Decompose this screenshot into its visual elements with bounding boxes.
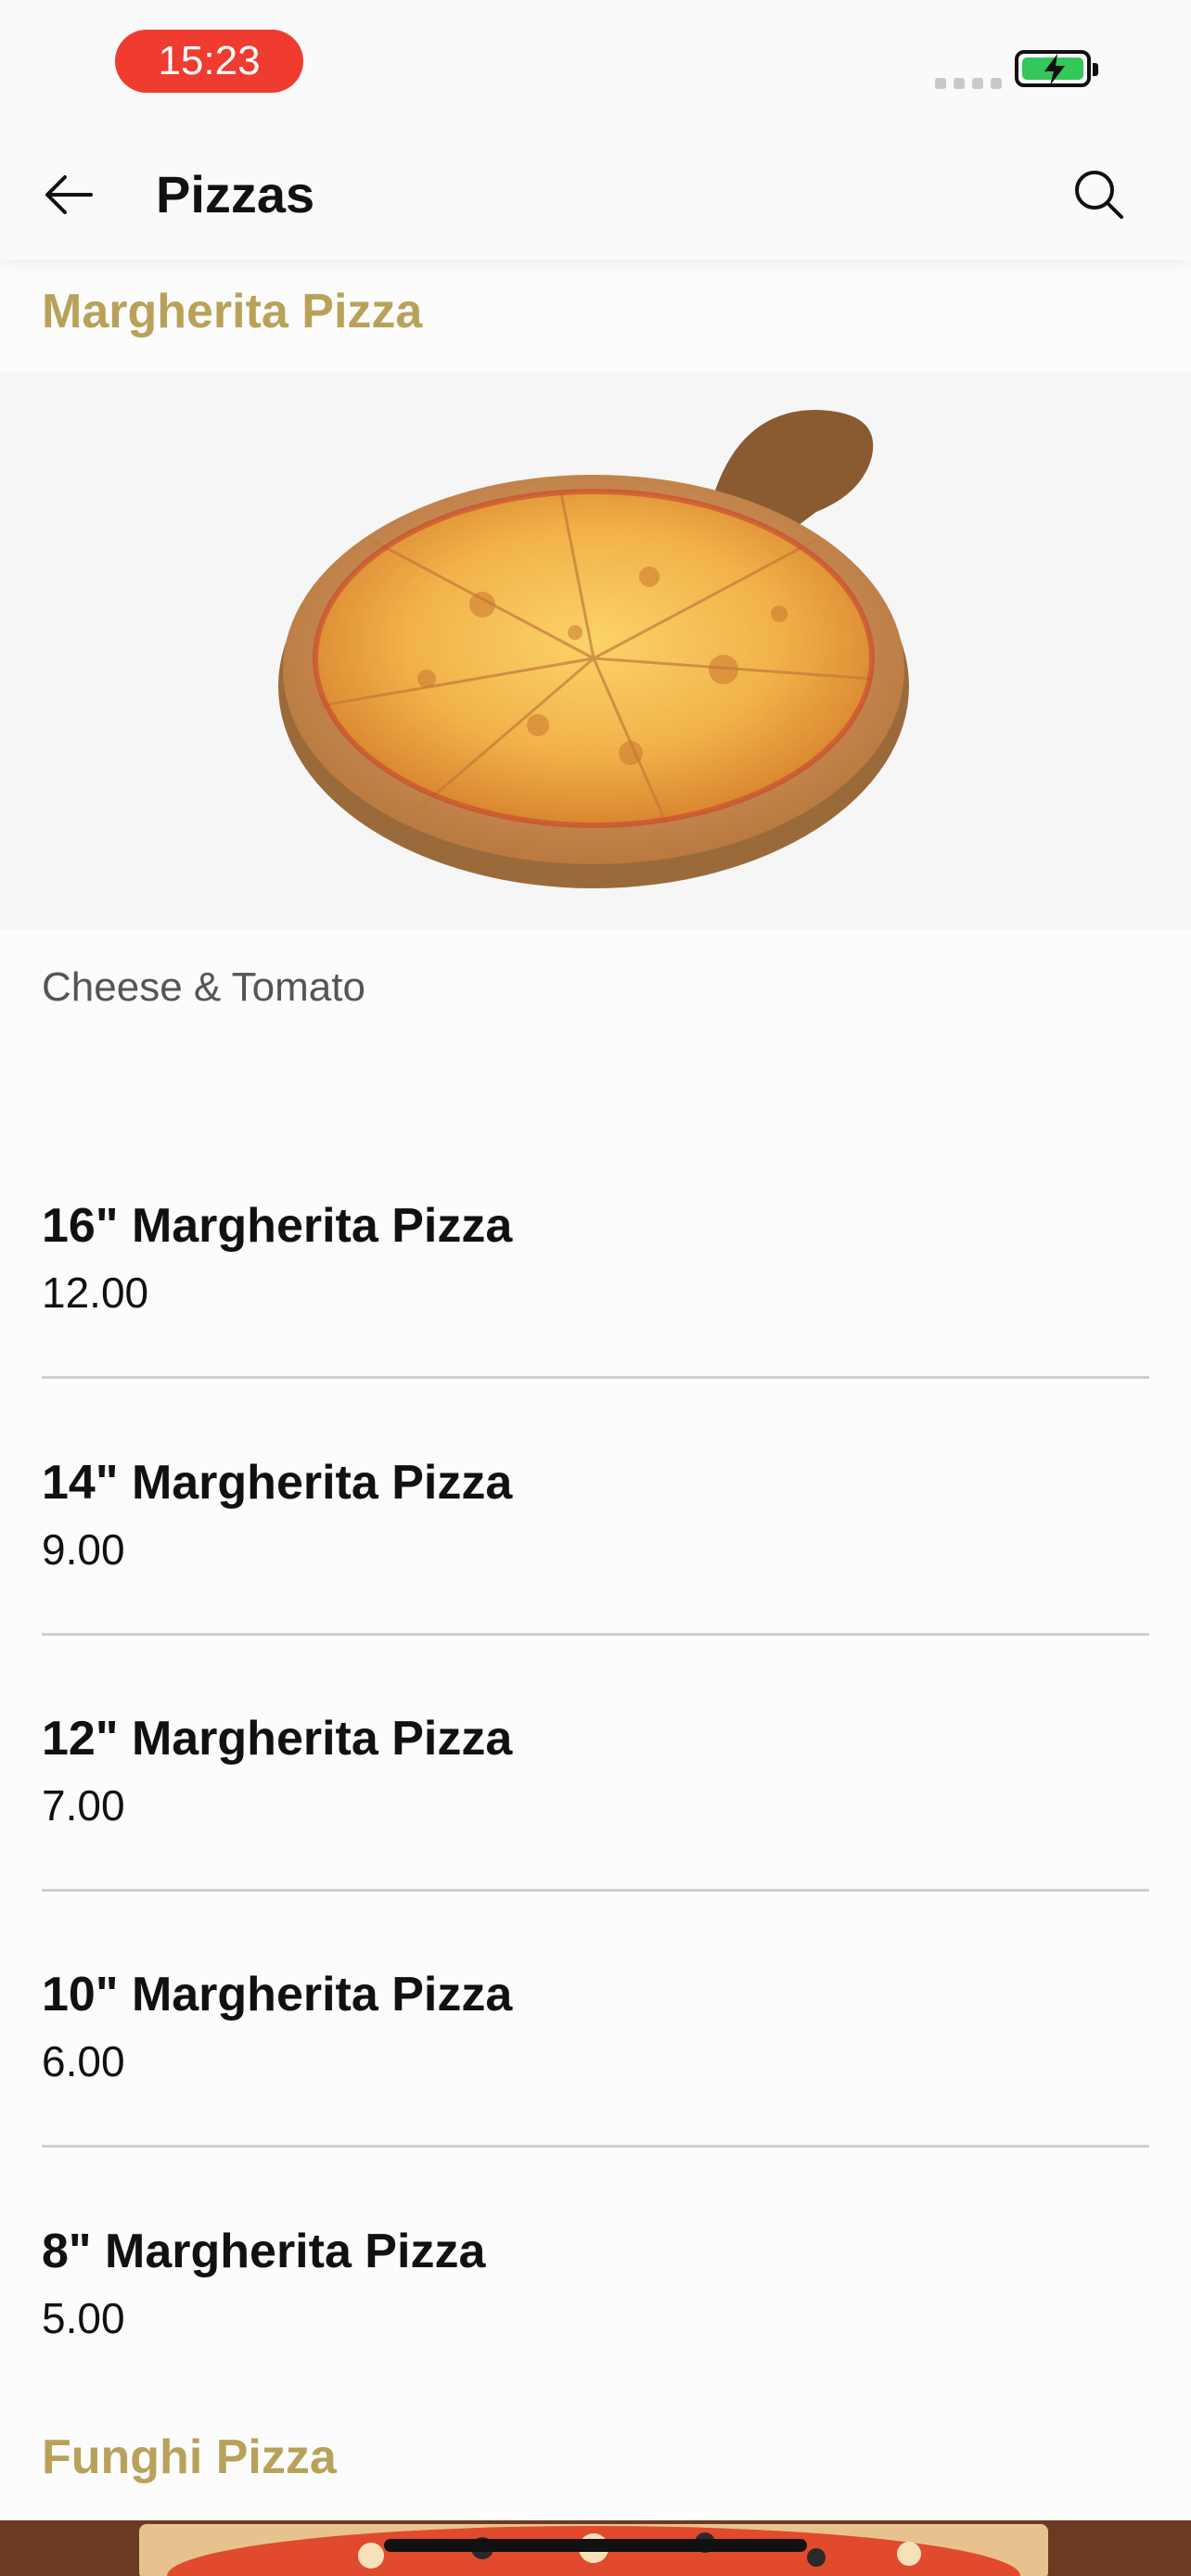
product-image[interactable] — [0, 373, 1191, 929]
menu-item-price: 12.00 — [42, 1269, 149, 1317]
status-time[interactable]: 15:23 — [115, 30, 303, 93]
menu-item-name: 10" Margherita Pizza — [42, 1968, 513, 2021]
home-indicator[interactable] — [384, 2539, 807, 2552]
status-bar: 15:23 — [0, 0, 1191, 130]
battery-charging-icon — [1015, 50, 1098, 87]
menu-item-name: 16" Margherita Pizza — [42, 1199, 513, 1253]
divider — [42, 1376, 1149, 1379]
section-title: Funghi Pizza — [42, 2430, 337, 2484]
back-arrow-icon[interactable] — [41, 167, 96, 223]
menu-item[interactable]: 12" Margherita Pizza 7.00 — [42, 1705, 1149, 1835]
menu-item-price: 7.00 — [42, 1781, 125, 1830]
menu-item[interactable]: 8" Margherita Pizza 5.00 — [42, 2218, 1149, 2348]
search-icon[interactable] — [1071, 167, 1127, 223]
menu-item[interactable]: 16" Margherita Pizza 12.00 — [42, 1192, 1149, 1322]
menu-item-name: 8" Margherita Pizza — [42, 2225, 486, 2278]
cellular-signal-icon — [935, 78, 1002, 89]
menu-item-name: 12" Margherita Pizza — [42, 1712, 513, 1766]
menu-item[interactable]: 10" Margherita Pizza 6.00 — [42, 1961, 1149, 2091]
section-description: Cheese & Tomato — [42, 964, 365, 1010]
app-bar: Pizzas — [0, 130, 1191, 260]
screen: 15:23 Pizzas Margherita Pizza Cheese & T… — [0, 0, 1191, 2576]
divider — [42, 2145, 1149, 2148]
section-title: Margherita Pizza — [42, 285, 423, 338]
menu-item[interactable]: 14" Margherita Pizza 9.00 — [42, 1449, 1149, 1579]
menu-item-price: 6.00 — [42, 2037, 125, 2085]
divider — [42, 1633, 1149, 1636]
menu-item-price: 9.00 — [42, 1525, 125, 1574]
menu-item-price: 5.00 — [42, 2294, 125, 2342]
divider — [42, 1889, 1149, 1892]
menu-item-name: 14" Margherita Pizza — [42, 1456, 513, 1510]
page-title: Pizzas — [156, 165, 315, 223]
